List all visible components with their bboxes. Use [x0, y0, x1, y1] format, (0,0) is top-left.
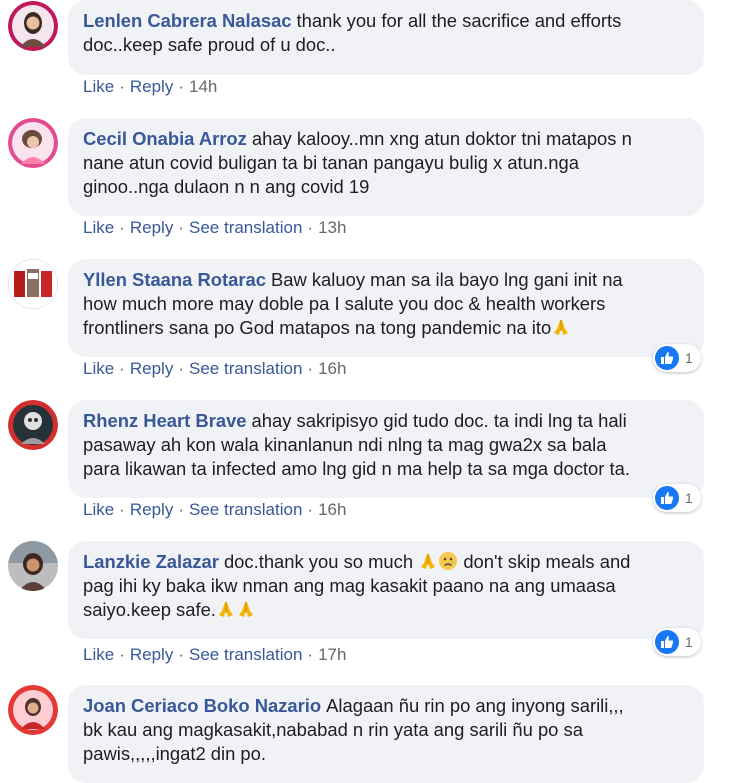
separator: ·: [178, 77, 184, 96]
separator: ·: [119, 359, 125, 378]
like-thumb-icon: [655, 630, 679, 654]
separator: ·: [119, 218, 125, 237]
comment-text: thank you for all the sacrifice and effo…: [296, 10, 622, 31]
see-translation-link[interactable]: See translation: [189, 218, 302, 237]
comment-actions: Like · Reply · 14h: [83, 77, 217, 97]
avatar[interactable]: [8, 541, 58, 591]
sad-face-emoji-icon: [438, 551, 458, 571]
comment-actions: Like · Reply · See translation · 17h: [83, 645, 346, 665]
see-translation-link[interactable]: See translation: [189, 645, 302, 664]
author-name[interactable]: Yllen Staana Rotarac: [83, 269, 266, 290]
timestamp[interactable]: 13h: [318, 218, 346, 237]
comment-bubble: Joan Ceriaco Boko Nazario Alagaan ñu rin …: [68, 685, 704, 783]
separator: ·: [119, 77, 125, 96]
like-thumb-icon: [655, 486, 679, 510]
author-name[interactable]: Joan Ceriaco Boko Nazario: [83, 695, 321, 716]
reply-button[interactable]: Reply: [130, 359, 173, 378]
like-button[interactable]: Like: [83, 359, 114, 378]
comment-text: how much more may doble pa I salute you …: [83, 293, 606, 314]
reaction-count-text: 1: [685, 350, 693, 366]
see-translation-link[interactable]: See translation: [189, 500, 302, 519]
folded-hands-emoji-icon: [418, 551, 438, 571]
comment-actions: Like · Reply · See translation · 13h: [83, 218, 346, 238]
comment-bubble: Lanzkie Zalazar doc.thank you so much don…: [68, 541, 704, 639]
separator: ·: [178, 218, 184, 237]
comment-text: don't skip meals and: [463, 551, 631, 572]
comment-text: frontliners sana po God matapos na tong …: [83, 317, 552, 338]
comment-text: ahay sakripisyo gid tudo doc. ta indi ln…: [251, 410, 627, 431]
avatar[interactable]: [8, 118, 58, 168]
comment-text: pawis,,,,,ingat2 din po.: [83, 743, 266, 764]
comment-bubble: Cecil Onabia Arroz ahay kalooy..mn xng at…: [68, 118, 704, 216]
timestamp[interactable]: 16h: [318, 500, 346, 519]
comment-text: nane atun covid buligan ta bi tanan pang…: [83, 152, 579, 173]
comment-bubble: Lenlen Cabrera Nalasac thank you for all …: [68, 0, 704, 75]
comment-text: doc.thank you so much: [223, 551, 414, 572]
like-button[interactable]: Like: [83, 218, 114, 237]
comment-text: Alagaan ñu rin po ang inyong sarili,,,: [326, 695, 624, 716]
avatar[interactable]: [8, 1, 58, 51]
reaction-count[interactable]: 1: [653, 484, 701, 512]
comment-text: doc..keep safe proud of u doc..: [83, 34, 336, 55]
avatar[interactable]: [8, 400, 58, 450]
comment-text: ahay kalooy..mn xng atun doktor tni mata…: [251, 128, 632, 149]
reply-button[interactable]: Reply: [130, 77, 173, 96]
folded-hands-emoji-icon: [216, 599, 236, 619]
comment-text: pasaway ah kon wala kinanlanun ndi nlng …: [83, 434, 607, 455]
author-name[interactable]: Lanzkie Zalazar: [83, 551, 219, 572]
reply-button[interactable]: Reply: [130, 218, 173, 237]
reaction-count[interactable]: 1: [653, 344, 701, 372]
like-button[interactable]: Like: [83, 500, 114, 519]
separator: ·: [307, 500, 314, 519]
folded-hands-emoji-icon: [236, 599, 256, 619]
comment-text: ginoo..nga dulaon n n ang covid 19: [83, 176, 370, 197]
comment-bubble: Rhenz Heart Brave ahay sakripisyo gid tud…: [68, 400, 704, 498]
author-name[interactable]: Cecil Onabia Arroz: [83, 128, 247, 149]
separator: ·: [307, 218, 314, 237]
separator: ·: [178, 359, 184, 378]
see-translation-link[interactable]: See translation: [189, 359, 302, 378]
comment-text: para likawan ta infected amo lng gid n m…: [83, 458, 630, 479]
author-name[interactable]: Lenlen Cabrera Nalasac: [83, 10, 292, 31]
comment-text: pag ihi ky baka ikw nman ang mag kasakit…: [83, 575, 616, 596]
reaction-count[interactable]: 1: [653, 628, 701, 656]
comment-actions: Like · Reply · See translation · 16h: [83, 359, 346, 379]
reaction-count-text: 1: [685, 634, 693, 650]
comment-actions: Like · Reply · See translation · 16h: [83, 500, 346, 520]
timestamp[interactable]: 14h: [189, 77, 217, 96]
reaction-count-text: 1: [685, 490, 693, 506]
separator: ·: [178, 645, 184, 664]
separator: ·: [178, 500, 184, 519]
comment-text: Baw kaluoy man sa ila bayo lng gani init…: [270, 269, 623, 290]
timestamp[interactable]: 17h: [318, 645, 346, 664]
reply-button[interactable]: Reply: [130, 645, 173, 664]
comment-bubble: Yllen Staana Rotarac Baw kaluoy man sa il…: [68, 259, 704, 357]
author-name[interactable]: Rhenz Heart Brave: [83, 410, 247, 431]
avatar[interactable]: [8, 259, 58, 309]
comment-text: bk kau ang magkasakit,nababad n rin yata…: [83, 719, 583, 740]
separator: ·: [307, 645, 314, 664]
like-thumb-icon: [655, 346, 679, 370]
like-button[interactable]: Like: [83, 77, 114, 96]
comment-text: saiyo.keep safe.: [83, 599, 216, 620]
folded-hands-emoji-icon: [551, 317, 571, 337]
separator: ·: [119, 500, 125, 519]
like-button[interactable]: Like: [83, 645, 114, 664]
reply-button[interactable]: Reply: [130, 500, 173, 519]
timestamp[interactable]: 16h: [318, 359, 346, 378]
separator: ·: [307, 359, 314, 378]
separator: ·: [119, 645, 125, 664]
avatar[interactable]: [8, 685, 58, 735]
